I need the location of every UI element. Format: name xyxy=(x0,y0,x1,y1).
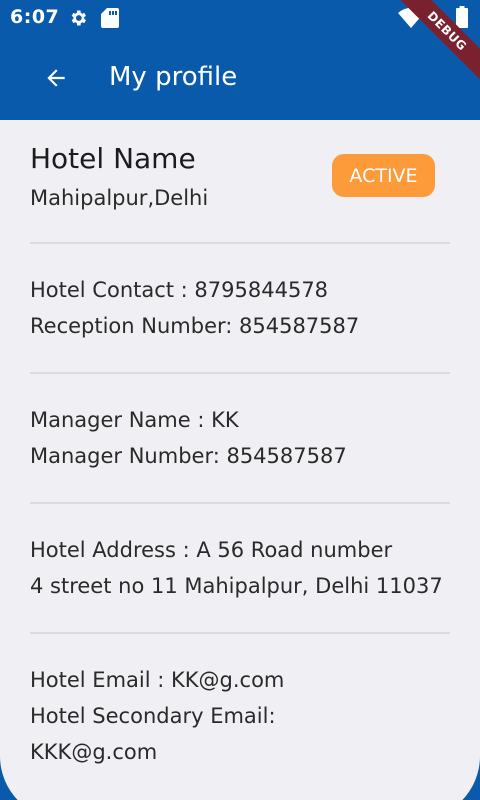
sd-card-icon xyxy=(101,8,119,28)
status-time: 6:07 xyxy=(10,6,60,28)
reception-number: Reception Number: 854587587 xyxy=(30,314,360,338)
hotel-header: Hotel Name Mahipalpur,Delhi ACTIVE xyxy=(0,120,480,242)
email-section: Hotel Email : KK@g.com Hotel Secondary E… xyxy=(0,634,480,798)
manager-name: Manager Name : KK xyxy=(30,408,239,432)
back-button[interactable] xyxy=(36,58,76,98)
page-title: My profile xyxy=(109,62,238,92)
address-section: Hotel Address : A 56 Road number 4 stree… xyxy=(0,504,480,632)
hotel-contact: Hotel Contact : 8795844578 xyxy=(30,278,329,302)
battery-icon xyxy=(456,6,468,28)
arrow-left-icon xyxy=(47,69,65,87)
manager-number: Manager Number: 854587587 xyxy=(30,444,347,468)
hotel-name: Hotel Name xyxy=(30,142,196,175)
hotel-email: Hotel Email : KK@g.com xyxy=(30,668,285,692)
hotel-address-line2: 4 street no 11 Mahipalpur, Delhi 11037 xyxy=(30,574,443,598)
hotel-location: Mahipalpur,Delhi xyxy=(30,186,209,210)
app-bar: My profile xyxy=(0,36,480,120)
manager-section: Manager Name : KK Manager Number: 854587… xyxy=(0,374,480,502)
hotel-address-line1: Hotel Address : A 56 Road number xyxy=(30,538,393,562)
contact-section: Hotel Contact : 8795844578 Reception Num… xyxy=(0,244,480,372)
gear-icon xyxy=(71,10,86,26)
profile-content: Hotel Name Mahipalpur,Delhi ACTIVE Hotel… xyxy=(0,120,480,800)
hotel-secondary-email-label: Hotel Secondary Email: xyxy=(30,704,276,728)
status-badge: ACTIVE xyxy=(332,154,435,197)
hotel-secondary-email: KKK@g.com xyxy=(30,740,158,764)
